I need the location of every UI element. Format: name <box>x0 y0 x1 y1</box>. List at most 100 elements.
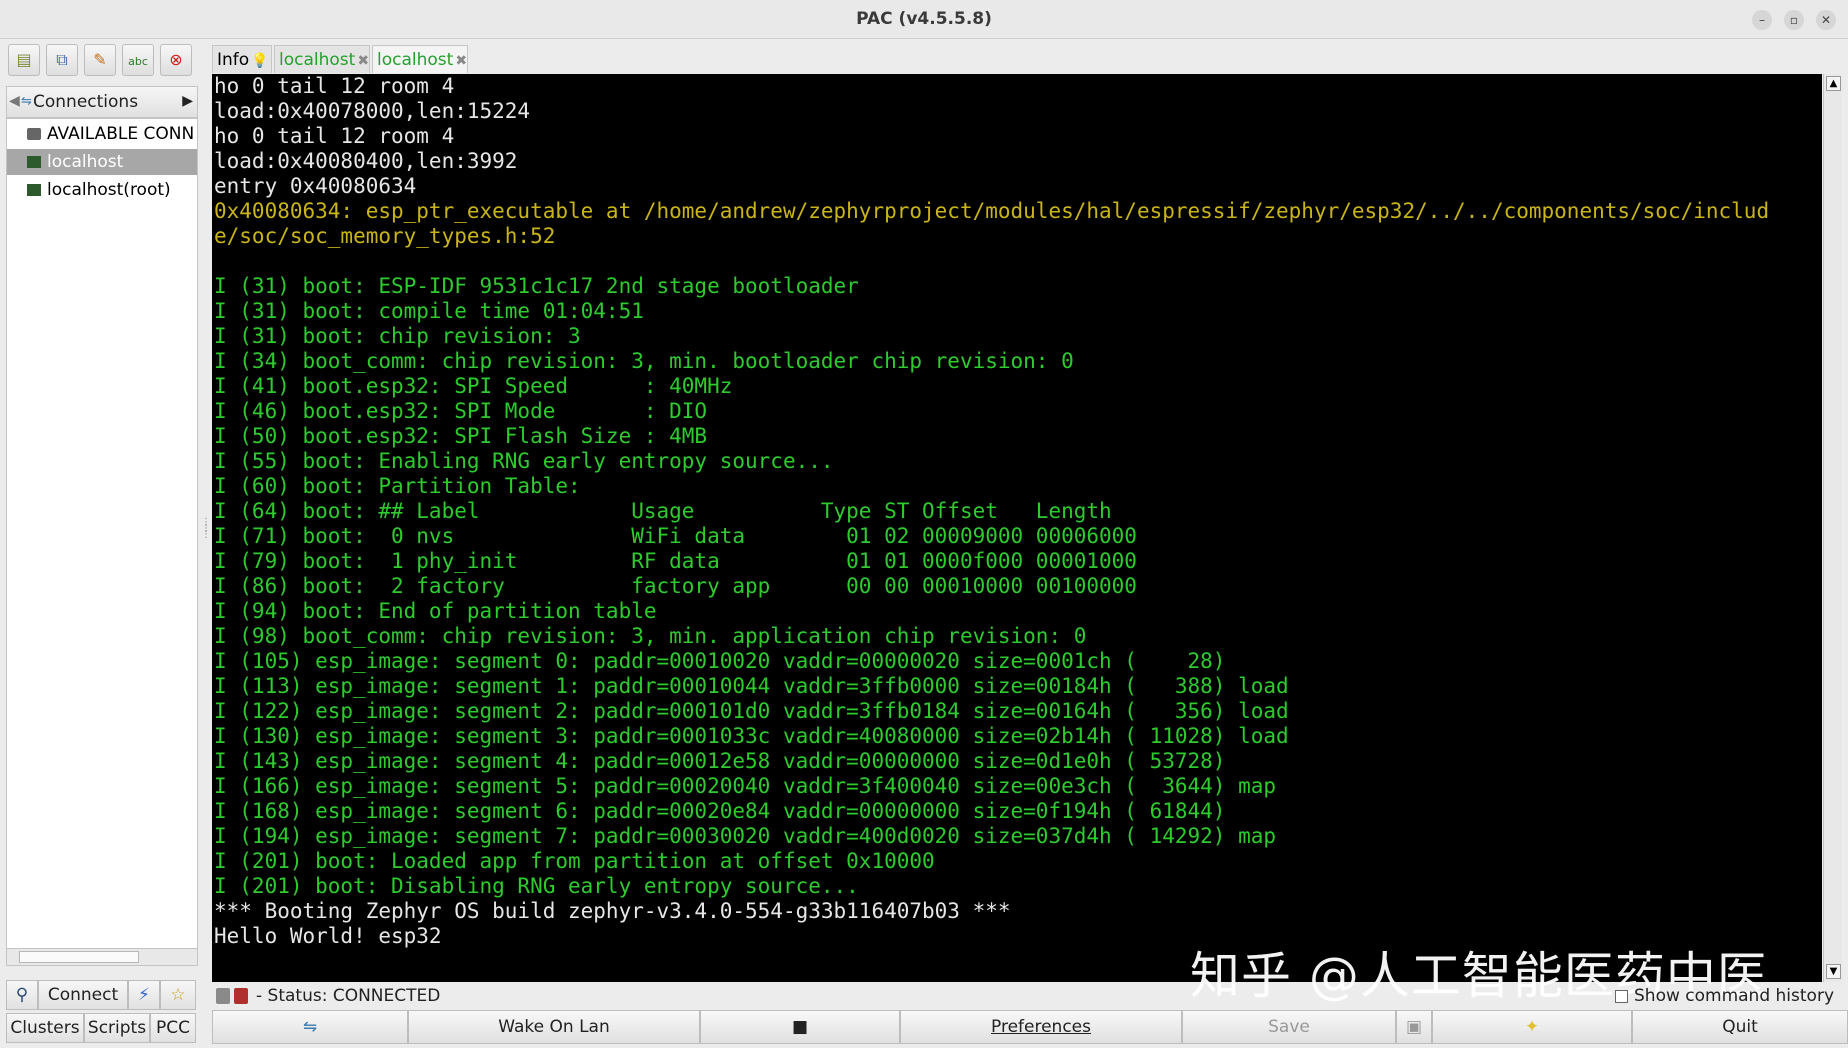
connect-button[interactable]: Connect <box>38 980 128 1010</box>
tab-label: localhost <box>377 50 454 70</box>
terminal-line: e/soc/soc_memory_types.h:52 <box>214 224 556 248</box>
terminal-line: I (71) boot: 0 nvs WiFi data 01 02 00009… <box>214 524 1137 548</box>
tab-scroll-left-icon[interactable]: ◀ <box>9 93 20 109</box>
terminal-line: I (201) boot: Disabling RNG early entrop… <box>214 874 859 898</box>
panel-splitter[interactable]: ⋮ ⋮ ⋮ <box>201 518 211 540</box>
lock-button[interactable]: ▣ <box>1396 1010 1432 1044</box>
terminal-line: *** Booting Zephyr OS build zephyr-v3.4.… <box>214 899 1011 923</box>
tree-item-label: localhost(root) <box>47 180 171 200</box>
tree-item-available-connections[interactable]: AVAILABLE CONN <box>7 121 197 147</box>
tab-clusters[interactable]: Clusters <box>6 1013 84 1043</box>
pencil-icon: ✎ <box>93 50 107 69</box>
tab-label: localhost <box>279 50 356 70</box>
connections-tab-header[interactable]: ◀ ⇋ Connections ▶ <box>6 86 198 118</box>
terminal-line: I (34) boot_comm: chip revision: 3, min.… <box>214 349 1074 373</box>
terminal-line: load:0x40080400,len:3992 <box>214 149 518 173</box>
tab-scroll-right-icon[interactable]: ▶ <box>182 93 193 109</box>
terminal-line: I (31) boot: ESP-IDF 9531c1c17 2nd stage… <box>214 274 859 298</box>
add-connection-button[interactable]: ▤ <box>8 44 40 76</box>
terminal-line: I (31) boot: compile time 01:04:51 <box>214 299 644 323</box>
status-text: - Status: CONNECTED <box>256 986 441 1006</box>
terminal-line: I (60) boot: Partition Table: <box>214 474 581 498</box>
quit-button[interactable]: Quit <box>1632 1010 1848 1044</box>
terminal-icon: ■ <box>791 1017 809 1037</box>
close-window-button[interactable]: ✕ <box>1816 10 1836 30</box>
tab-info[interactable]: Info 💡 <box>212 45 272 73</box>
star-icon: ☆ <box>170 985 186 1005</box>
add-group-button[interactable]: ⧉ <box>46 44 78 76</box>
group-icon: ⧉ <box>56 50 68 69</box>
network-icon: ⇋ <box>302 1017 318 1037</box>
connection-icon <box>216 988 230 1004</box>
connections-label: Connections <box>33 92 139 112</box>
window-title: PAC (v4.5.5.8) <box>856 9 992 29</box>
show-command-history-toggle[interactable]: Show command history <box>1615 986 1834 1006</box>
terminal-line: ho 0 tail 12 room 4 <box>214 74 455 98</box>
bottom-toolbar: ⇋ Wake On Lan ■ Preferences Save ▣ ✦ Qui… <box>212 1010 1848 1046</box>
close-tab-icon[interactable]: ✖ <box>455 53 467 69</box>
button-label: Quit <box>1722 1017 1758 1037</box>
scrollbar-thumb[interactable] <box>19 951 139 963</box>
tab-localhost-2[interactable]: localhost ✖ <box>372 45 468 73</box>
connections-tree: AVAILABLE CONN localhost localhost(root) <box>6 118 198 950</box>
terminal-output[interactable]: ho 0 tail 12 room 4 load:0x40078000,len:1… <box>212 74 1822 982</box>
terminal-line: I (46) boot.esp32: SPI Mode : DIO <box>214 399 708 423</box>
scroll-up-icon[interactable]: ▲ <box>1826 76 1841 91</box>
info-icon: 💡 <box>251 53 269 69</box>
quick-connect-button[interactable]: ⚡ <box>128 980 160 1010</box>
checkbox[interactable] <box>1615 989 1628 1003</box>
terminal-vertical-scrollbar[interactable]: ▲ ▼ <box>1823 74 1842 982</box>
terminal-line: Hello World! esp32 <box>214 924 442 948</box>
terminal-line: I (94) boot: End of partition table <box>214 599 657 623</box>
tree-item-localhost-root[interactable]: localhost(root) <box>7 177 197 203</box>
tree-item-label: localhost <box>47 152 124 172</box>
search-icon: ⚲ <box>15 985 29 1005</box>
search-button[interactable]: ⚲ <box>6 980 38 1010</box>
terminal-line: ho 0 tail 12 room 4 <box>214 124 455 148</box>
terminal-line: I (143) esp_image: segment 4: paddr=0001… <box>214 749 1226 773</box>
connections-toolbar: ▤ ⧉ ✎ abc ⊗ <box>4 42 196 76</box>
edit-button[interactable]: ✎ <box>84 44 116 76</box>
tree-item-localhost[interactable]: localhost <box>7 149 197 175</box>
wake-on-lan-button[interactable]: Wake On Lan <box>408 1010 700 1044</box>
rename-button[interactable]: abc <box>122 44 154 76</box>
terminal-line: I (201) boot: Loaded app from partition … <box>214 849 935 873</box>
preferences-button[interactable]: Preferences <box>900 1010 1182 1044</box>
terminal-button[interactable]: ■ <box>700 1010 900 1044</box>
terminal-line: I (50) boot.esp32: SPI Flash Size : 4MB <box>214 424 708 448</box>
scroll-down-icon[interactable]: ▼ <box>1826 964 1841 979</box>
tree-item-label: AVAILABLE CONN <box>47 124 195 144</box>
connect-bar: ⚲ Connect ⚡ ☆ <box>4 980 196 1010</box>
terminal-line: I (86) boot: 2 factory factory app 00 00… <box>214 574 1137 598</box>
terminal-line: load:0x40078000,len:15224 <box>214 99 531 123</box>
terminal-line: I (64) boot: ## Label Usage Type ST Offs… <box>214 499 1112 523</box>
tab-label: Info <box>217 50 250 70</box>
rename-icon: abc <box>128 55 148 68</box>
terminal-line: I (41) boot.esp32: SPI Speed : 40MHz <box>214 374 733 398</box>
minimize-button[interactable]: – <box>1752 10 1772 30</box>
terminal-line: I (113) esp_image: segment 1: paddr=0001… <box>214 674 1289 698</box>
terminal-line: I (105) esp_image: segment 0: paddr=0001… <box>214 649 1226 673</box>
terminal-line: I (79) boot: 1 phy_init RF data 01 01 00… <box>214 549 1137 573</box>
tab-scripts[interactable]: Scripts <box>84 1013 150 1043</box>
delete-button[interactable]: ⊗ <box>160 44 192 76</box>
terminal-line: I (130) esp_image: segment 3: paddr=0001… <box>214 724 1289 748</box>
terminal-line: I (194) esp_image: segment 7: paddr=0003… <box>214 824 1277 848</box>
save-button[interactable]: Save <box>1182 1010 1396 1044</box>
tab-pcc[interactable]: PCC <box>150 1013 196 1043</box>
ssh-icon <box>27 156 41 168</box>
favourite-button[interactable]: ✦ <box>1432 1010 1632 1044</box>
favourites-button[interactable]: ☆ <box>160 980 196 1010</box>
tab-label: Clusters <box>10 1018 80 1038</box>
button-label: Save <box>1268 1017 1310 1037</box>
tab-label: Scripts <box>87 1018 147 1038</box>
terminal-line: I (98) boot_comm: chip revision: 3, min.… <box>214 624 1087 648</box>
terminal-line: I (31) boot: chip revision: 3 <box>214 324 581 348</box>
star-icon: ✦ <box>1524 1017 1540 1037</box>
expand-button[interactable]: ⇋ <box>212 1010 408 1044</box>
tab-localhost-1[interactable]: localhost ✖ <box>274 45 370 73</box>
connections-icon: ⇋ <box>21 94 32 109</box>
maximize-button[interactable]: ▫ <box>1784 10 1804 30</box>
close-tab-icon[interactable]: ✖ <box>357 53 369 69</box>
tree-horizontal-scrollbar[interactable] <box>6 948 198 966</box>
